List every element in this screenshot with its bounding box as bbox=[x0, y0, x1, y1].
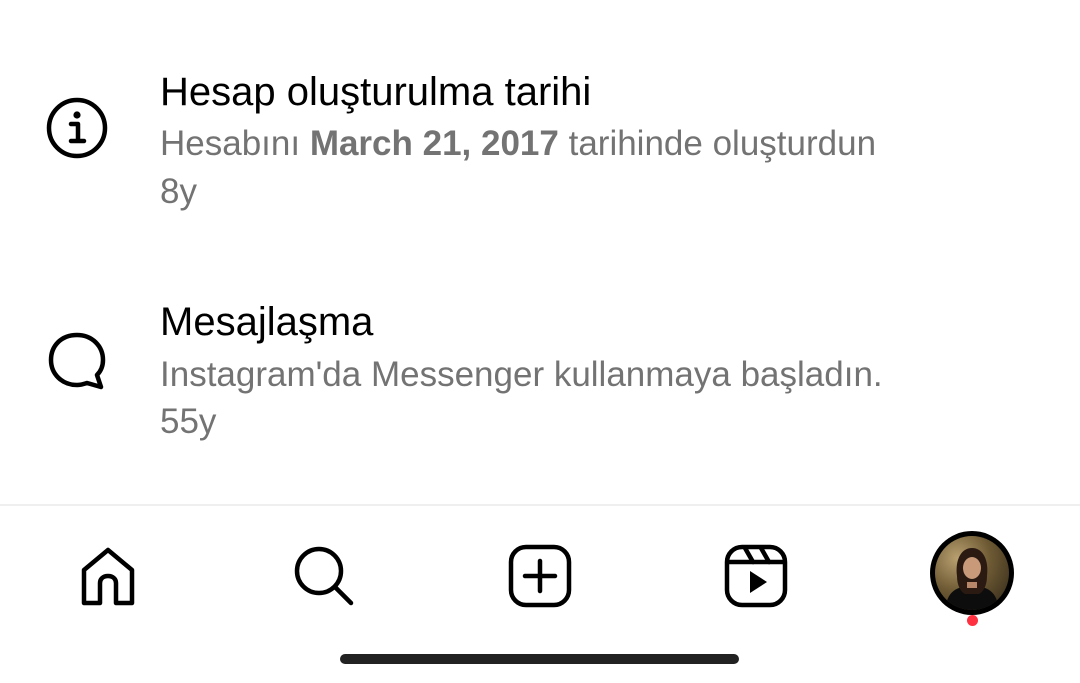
home-indicator[interactable] bbox=[340, 654, 739, 664]
reels-icon[interactable] bbox=[716, 536, 796, 616]
profile-photo bbox=[935, 536, 1009, 610]
activity-item-messaging[interactable]: Mesajlaşma Instagram'da Messenger kullan… bbox=[0, 240, 1080, 504]
activity-item-account-created[interactable]: Hesap oluşturulma tarihi Hesabını March … bbox=[0, 0, 1080, 240]
creation-date: March 21, 2017 bbox=[309, 124, 559, 163]
profile-avatar[interactable] bbox=[930, 531, 1014, 615]
notification-dot bbox=[967, 615, 978, 626]
description-suffix: tarihinde oluşturdun bbox=[558, 124, 877, 163]
search-icon[interactable] bbox=[284, 536, 364, 616]
description-prefix: Hesabını bbox=[160, 124, 310, 163]
activity-timestamp: 55y bbox=[160, 402, 217, 441]
create-post-icon[interactable] bbox=[500, 536, 580, 616]
home-icon[interactable] bbox=[68, 536, 148, 616]
activity-title: Hesap oluşturulma tarihi bbox=[160, 70, 592, 114]
activity-description: Hesabını March 21, 2017 tarihinde oluştu… bbox=[160, 122, 876, 166]
activity-description: Instagram'da Messenger kullanmaya başlad… bbox=[160, 355, 883, 394]
message-bubble-icon bbox=[44, 328, 110, 394]
activity-title: Mesajlaşma bbox=[160, 300, 374, 344]
activity-timestamp: 8y bbox=[160, 172, 197, 211]
info-icon bbox=[44, 95, 110, 161]
